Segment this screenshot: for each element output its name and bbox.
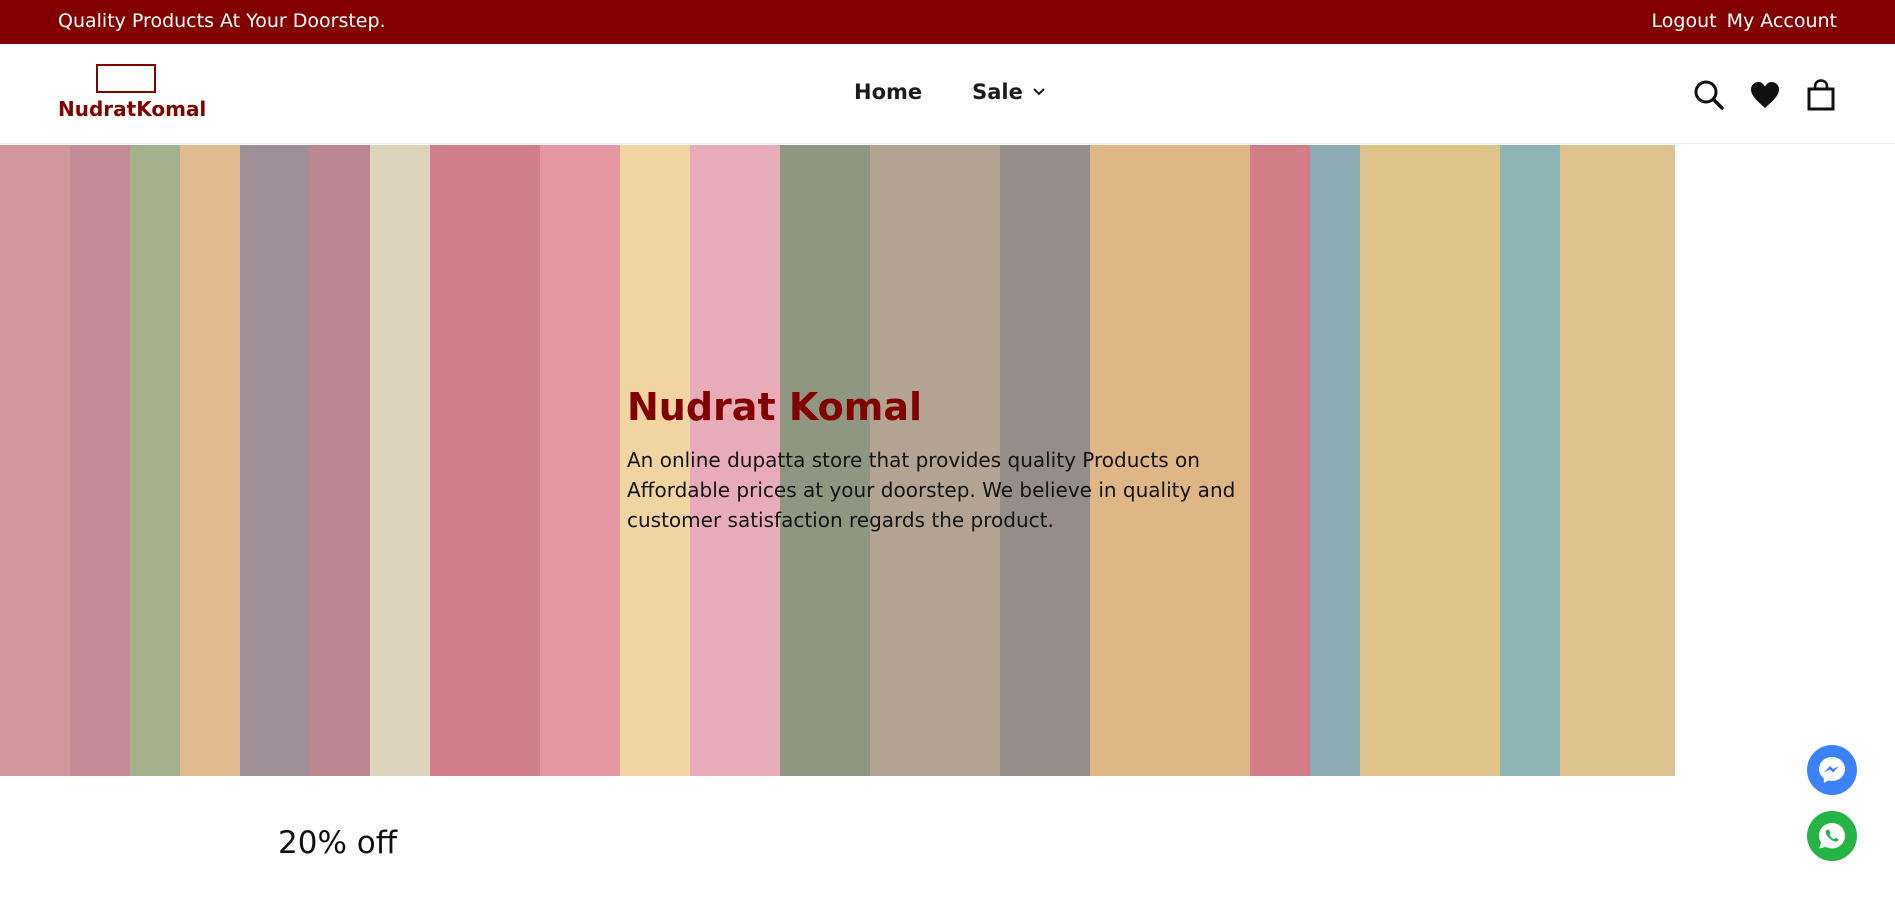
hero-content: Nudrat Komal An online dupatta store tha… (627, 385, 1247, 535)
logo-image-placeholder (96, 64, 156, 93)
my-account-link[interactable]: My Account (1727, 10, 1837, 32)
logo-text: NudratKomal (58, 97, 207, 121)
nav-item-sale[interactable]: Sale (972, 80, 1047, 104)
hero-banner: Nudrat Komal An online dupatta store tha… (0, 145, 1895, 776)
search-icon[interactable] (1692, 78, 1726, 112)
nav-item-label: Home (854, 80, 923, 104)
tagline: Quality Products At Your Doorstep. (58, 10, 386, 32)
main-header: NudratKomal Home Sale (0, 44, 1895, 144)
nav-item-label: Sale (972, 80, 1023, 104)
heart-icon[interactable] (1748, 78, 1782, 112)
nav-item-home[interactable]: Home (854, 80, 922, 104)
main-nav: Home Sale (854, 80, 1047, 104)
header-actions (1692, 78, 1838, 112)
logout-link[interactable]: Logout (1652, 10, 1717, 32)
messenger-icon[interactable] (1807, 745, 1857, 795)
chevron-down-icon (1031, 80, 1047, 104)
shopping-bag-icon[interactable] (1804, 78, 1838, 112)
announcement-bar: Quality Products At Your Doorstep. Logou… (0, 0, 1895, 44)
section-title: 20% off (278, 825, 398, 861)
hero-title: Nudrat Komal (627, 385, 922, 429)
whatsapp-icon[interactable] (1807, 811, 1857, 861)
logo[interactable]: NudratKomal (58, 64, 206, 126)
hero-description: An online dupatta store that provides qu… (627, 448, 1236, 532)
account-links: Logout My Account (1652, 10, 1837, 32)
